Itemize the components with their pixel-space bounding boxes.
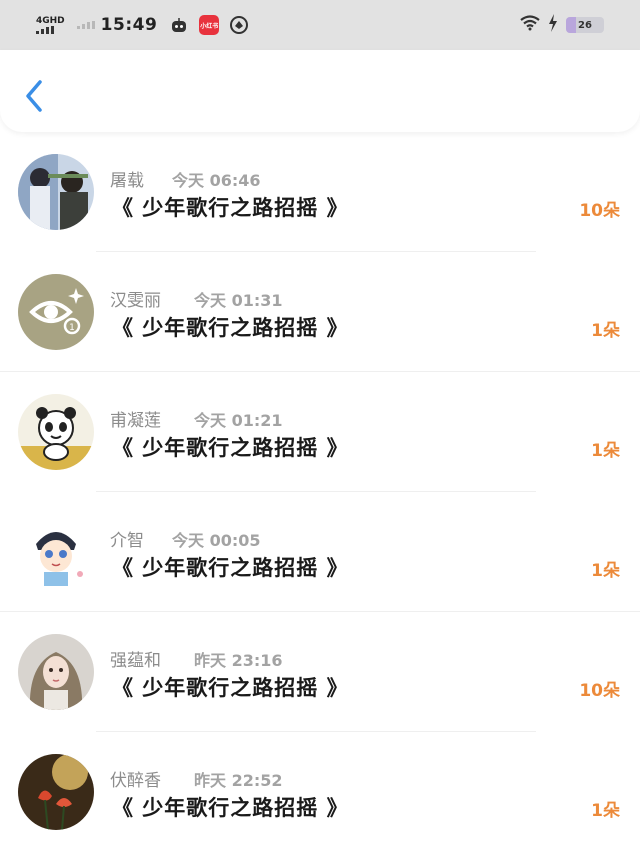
flower-count: 1朵 [591,441,620,461]
sender-name: 甫凝莲 [110,411,161,431]
work-title: 《 少年歌行之路招摇 》 [112,556,349,580]
app-badge-icon [229,15,249,35]
list-item[interactable]: 伏醉香 昨天 22:52 《 少年歌行之路招摇 》 1朵 [0,732,640,852]
list-item[interactable]: 屠载 今天 06:46 《 少年歌行之路招摇 》 10朵 [0,132,640,252]
flower-count: 10朵 [579,201,620,221]
network-indicator: 4GHD [36,16,65,34]
status-bar: 4GHD 15:49 小红书 26 [0,0,640,50]
cartoon-boy-avatar[interactable] [18,514,94,590]
signal-2-icon [76,21,95,29]
send-time: 今天 01:21 [194,411,283,430]
nav-bar [0,50,640,132]
sender-name: 屠载 [110,171,144,191]
flower-count: 1朵 [591,561,620,581]
work-title: 《 少年歌行之路招摇 》 [112,436,349,460]
status-right: 26 [520,14,604,36]
flower-count: 10朵 [579,681,620,701]
xiaohongshu-app-icon: 小红书 [199,15,220,35]
charging-icon [548,14,558,36]
flower-count: 1朵 [591,801,620,821]
svg-text:1: 1 [69,323,75,333]
sender-name: 伏醉香 [110,771,161,791]
clock: 15:49 [100,15,158,35]
list-item[interactable]: 1 汉雯丽 今天 01:31 《 少年歌行之路招摇 》 1朵 [0,252,640,372]
chevron-left-icon [26,80,42,112]
panda-avatar[interactable] [18,394,94,470]
send-time: 今天 06:46 [172,171,261,190]
network-label: 4GHD [36,16,65,26]
gift-list: 屠载 今天 06:46 《 少年歌行之路招摇 》 10朵 1 汉雯丽 今天 01… [0,132,640,852]
send-time: 今天 00:05 [172,531,261,550]
back-button[interactable] [20,78,50,114]
send-time: 昨天 22:52 [194,771,283,790]
send-time: 昨天 23:16 [194,651,283,670]
sender-name: 介智 [110,531,144,551]
signal-icon [36,26,54,34]
work-title: 《 少年歌行之路招摇 》 [112,796,349,820]
work-title: 《 少年歌行之路招摇 》 [112,316,349,340]
work-title: 《 少年歌行之路招摇 》 [112,676,349,700]
battery-level: 26 [578,19,592,31]
girl-avatar[interactable] [18,634,94,710]
list-item[interactable]: 介智 今天 00:05 《 少年歌行之路招摇 》 1朵 [0,492,640,612]
list-item[interactable]: 强蕴和 昨天 23:16 《 少年歌行之路招摇 》 10朵 [0,612,640,732]
photo-avatar[interactable] [18,154,94,230]
sender-name: 汉雯丽 [110,291,161,311]
list-item[interactable]: 甫凝莲 今天 01:21 《 少年歌行之路招摇 》 1朵 [0,372,640,492]
work-title: 《 少年歌行之路招摇 》 [112,196,349,220]
bot-icon [169,15,189,35]
eye-logo-avatar[interactable]: 1 [18,274,94,350]
send-time: 今天 01:31 [194,291,283,310]
wifi-icon [520,15,540,35]
battery-indicator: 26 [566,17,604,33]
flower-avatar[interactable] [18,754,94,830]
flower-count: 1朵 [591,321,620,341]
sender-name: 强蕴和 [110,651,161,671]
